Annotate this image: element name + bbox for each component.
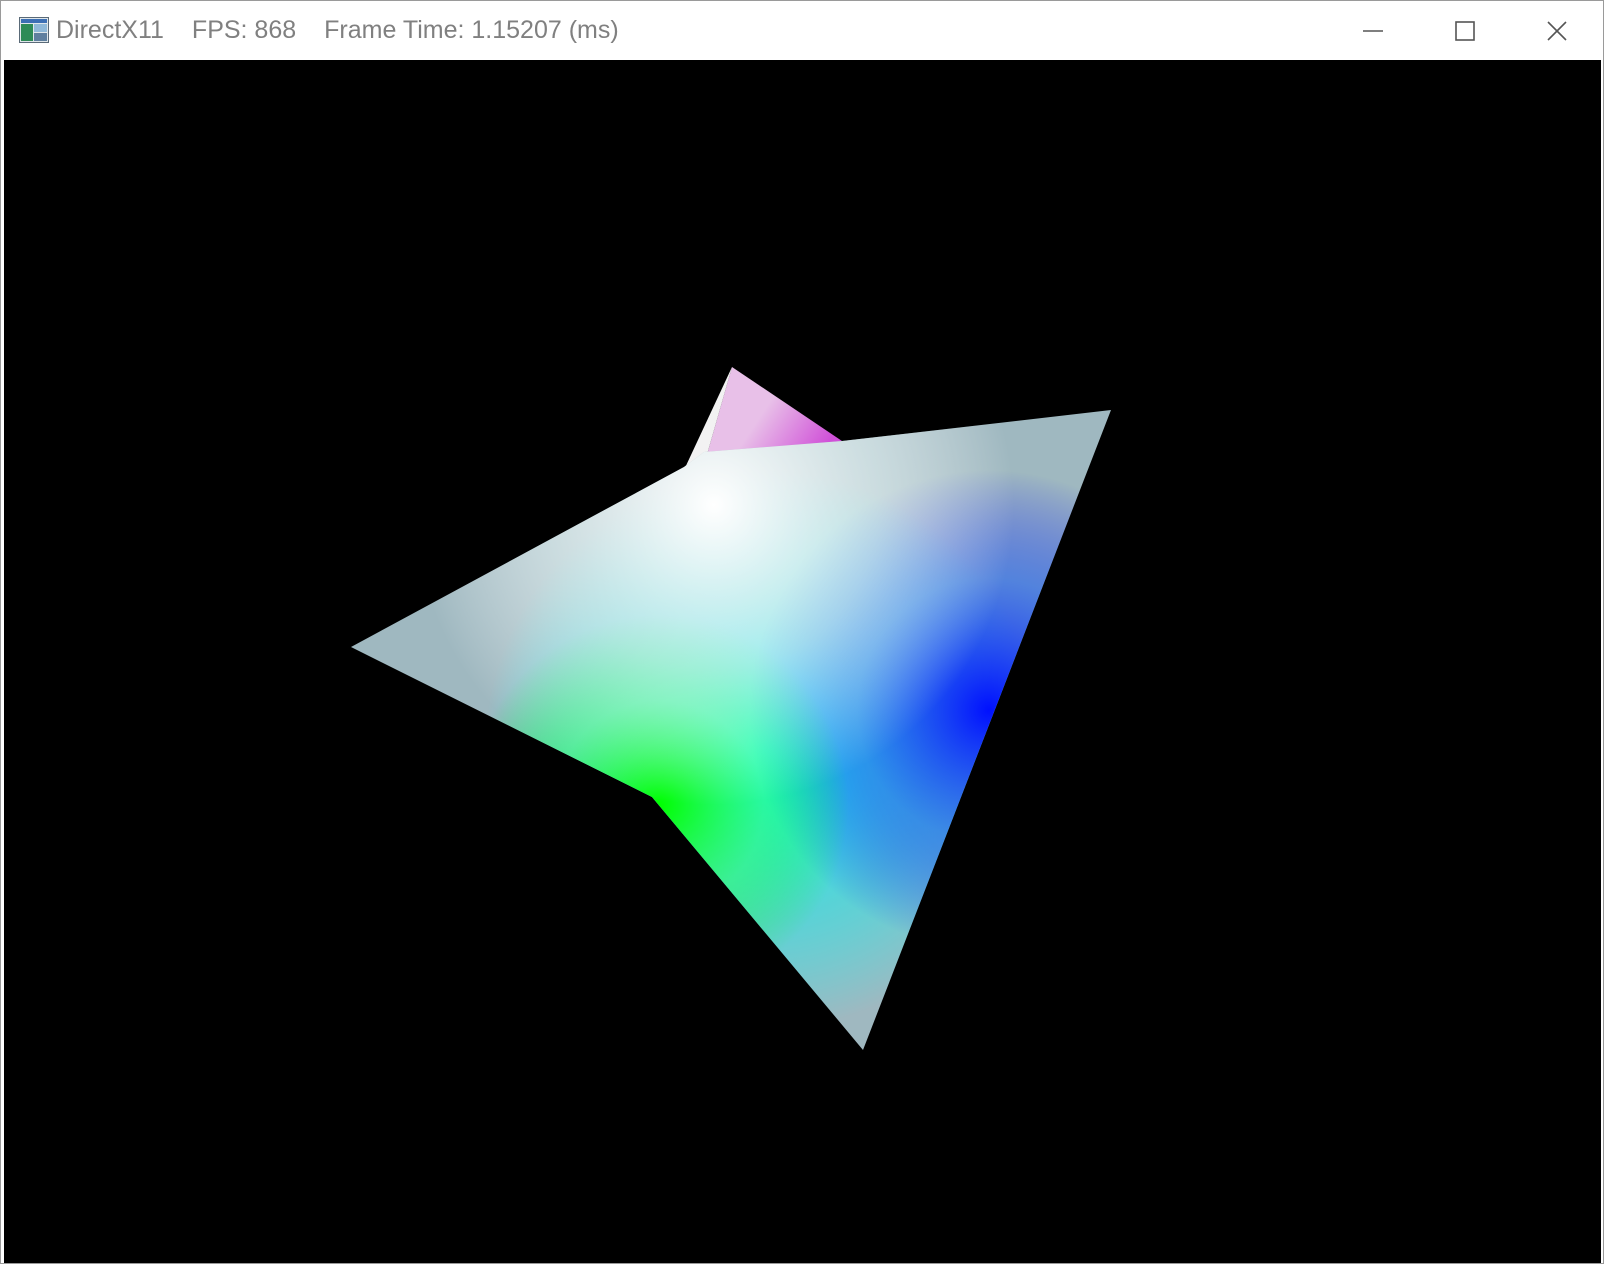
scene-canvas <box>351 367 1111 1050</box>
fps-readout: FPS: 868 <box>191 16 297 44</box>
directx-app-icon <box>19 17 49 43</box>
maximize-icon <box>1455 20 1475 41</box>
render-viewport[interactable] <box>4 60 1601 1263</box>
window-title: DirectX11 FPS: 868 Frame Time: 1.15207 (ms… <box>56 13 647 47</box>
frame-time-readout: Frame Time: 1.15207 (ms) <box>324 16 619 44</box>
close-button[interactable] <box>1511 1 1603 60</box>
close-icon <box>1547 20 1567 41</box>
app-window: DirectX11 FPS: 868 Frame Time: 1.15207 (ms… <box>0 0 1604 1264</box>
front-face-white <box>351 410 1111 1050</box>
title-bar[interactable]: DirectX11 FPS: 868 Frame Time: 1.15207 (ms… <box>1 1 1603 60</box>
minimize-button[interactable] <box>1327 1 1419 60</box>
minimize-icon <box>1363 29 1383 32</box>
maximize-button[interactable] <box>1419 1 1511 60</box>
app-name: DirectX11 <box>56 16 164 44</box>
